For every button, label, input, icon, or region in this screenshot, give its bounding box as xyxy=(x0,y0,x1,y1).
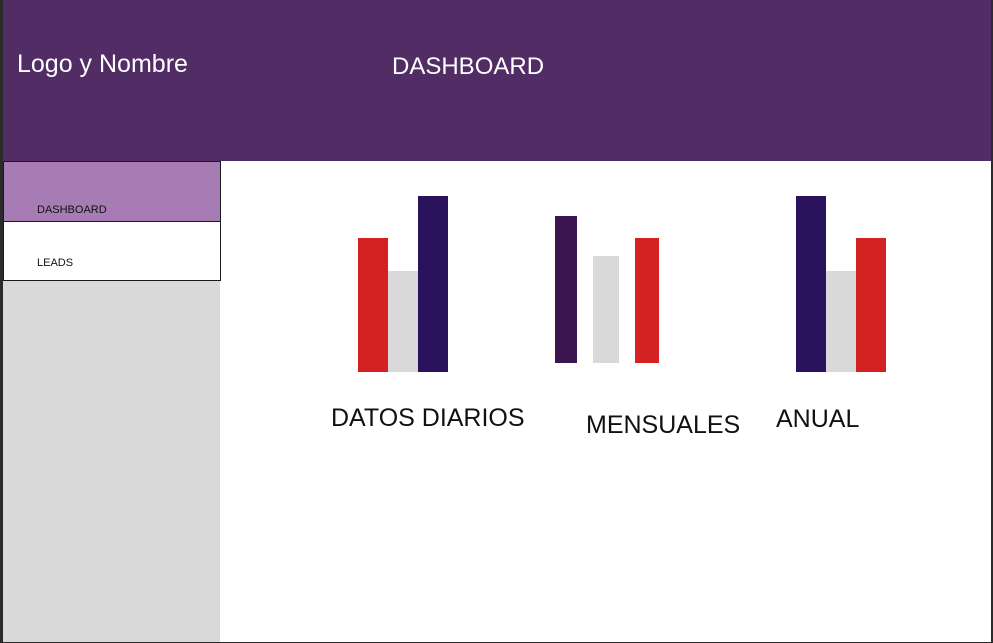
bar-3 xyxy=(635,238,659,363)
sidebar: DASHBOARD LEADS xyxy=(3,161,221,642)
bar-1 xyxy=(555,216,577,363)
sidebar-item-dashboard[interactable]: DASHBOARD xyxy=(3,161,221,222)
chart-anual[interactable]: ANUAL xyxy=(776,195,991,445)
chart-mensuales-bars xyxy=(555,216,659,363)
chart-datos-diarios-bars xyxy=(358,196,448,372)
top-header: Logo y Nombre DASHBOARD xyxy=(3,0,991,161)
bar-1 xyxy=(358,238,388,372)
chart-anual-bars xyxy=(796,196,886,372)
sidebar-item-label: DASHBOARD xyxy=(37,204,107,216)
bar-2 xyxy=(826,271,856,372)
sidebar-item-leads[interactable]: LEADS xyxy=(3,221,221,281)
chart-title: ANUAL xyxy=(776,405,860,433)
page-title: DASHBOARD xyxy=(392,53,545,80)
chart-title: DATOS DIARIOS xyxy=(331,404,525,432)
chart-title: MENSUALES xyxy=(586,411,741,439)
logo-and-name[interactable]: Logo y Nombre xyxy=(17,50,188,79)
bar-3 xyxy=(418,196,448,372)
chart-datos-diarios[interactable]: DATOS DIARIOS xyxy=(331,195,558,445)
chart-mensuales[interactable]: MENSUALES xyxy=(555,195,755,445)
bar-1 xyxy=(796,196,826,372)
bar-3 xyxy=(856,238,886,372)
bar-2 xyxy=(388,271,418,372)
sidebar-item-label: LEADS xyxy=(37,257,74,269)
app-frame: Logo y Nombre DASHBOARD DASHBOARD LEADS … xyxy=(3,0,991,642)
main-content: DATOS DIARIOS MENSUALES ANUAL xyxy=(221,161,991,642)
bar-2 xyxy=(593,256,619,363)
